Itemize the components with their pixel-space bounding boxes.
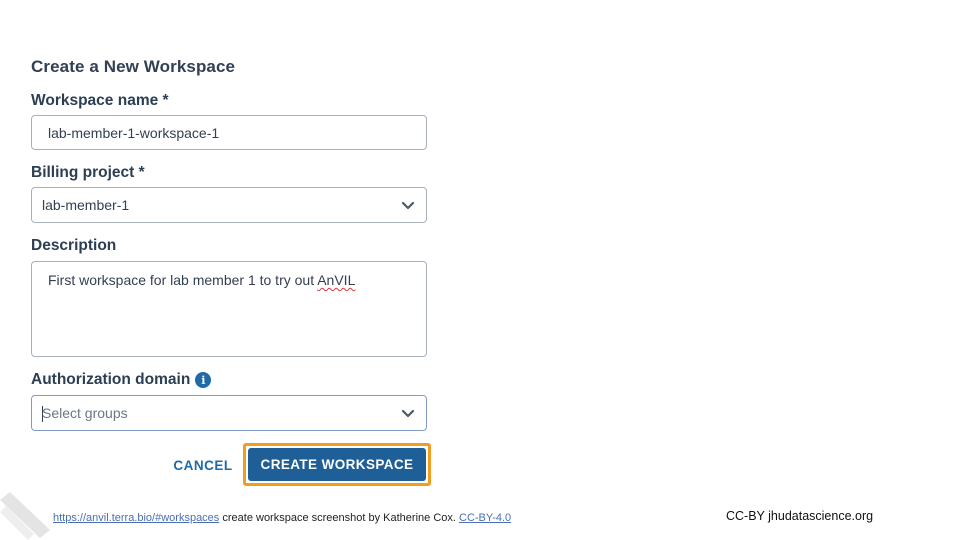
workspace-name-value: lab-member-1-workspace-1: [48, 124, 220, 141]
description-text: First workspace for lab member 1 to try …: [48, 272, 318, 288]
chevron-down-icon[interactable]: [400, 405, 416, 421]
modal-title: Create a New Workspace: [31, 57, 236, 76]
create-workspace-slide: Create a New Workspace Workspace name * …: [0, 0, 960, 540]
authorization-domain-select[interactable]: Select groups: [31, 395, 427, 431]
create-workspace-button[interactable]: CREATE WORKSPACE: [248, 448, 426, 481]
corner-logo-icon: [0, 492, 50, 540]
authorization-domain-label-text: Authorization domain: [31, 371, 191, 388]
workspace-name-input[interactable]: lab-member-1-workspace-1: [31, 115, 427, 150]
billing-project-label-text: Billing project *: [31, 164, 145, 181]
caption-text: create workspace screenshot by Katherine…: [219, 512, 459, 524]
billing-project-value: lab-member-1: [42, 197, 130, 213]
description-textarea[interactable]: First workspace for lab member 1 to try …: [31, 261, 427, 357]
text-cursor: [42, 406, 43, 422]
workspace-name-label-text: Workspace name *: [31, 92, 169, 109]
description-label: Description: [31, 237, 116, 255]
billing-project-label: Billing project *: [31, 164, 145, 182]
footer-license-site: CC-BY jhudatascience.org: [726, 509, 874, 523]
source-link[interactable]: https://anvil.terra.bio/#workspaces: [53, 512, 219, 524]
info-icon[interactable]: i: [195, 372, 212, 388]
chevron-down-icon[interactable]: [400, 197, 416, 213]
description-label-text: Description: [31, 237, 117, 254]
authorization-domain-placeholder: Select groups: [42, 405, 128, 422]
license-link[interactable]: CC-BY-4.0: [459, 512, 511, 524]
workspace-name-label: Workspace name *: [31, 92, 169, 110]
authorization-domain-label: Authorization domain i: [31, 371, 212, 389]
billing-project-select[interactable]: lab-member-1: [31, 187, 427, 223]
cancel-button[interactable]: CANCEL: [170, 454, 236, 476]
spellcheck-flagged-word: AnVIL: [317, 272, 356, 288]
attribution-caption: https://anvil.terra.bio/#workspaces crea…: [53, 512, 511, 524]
authorization-domain-placeholder-text: Select groups: [42, 405, 128, 421]
